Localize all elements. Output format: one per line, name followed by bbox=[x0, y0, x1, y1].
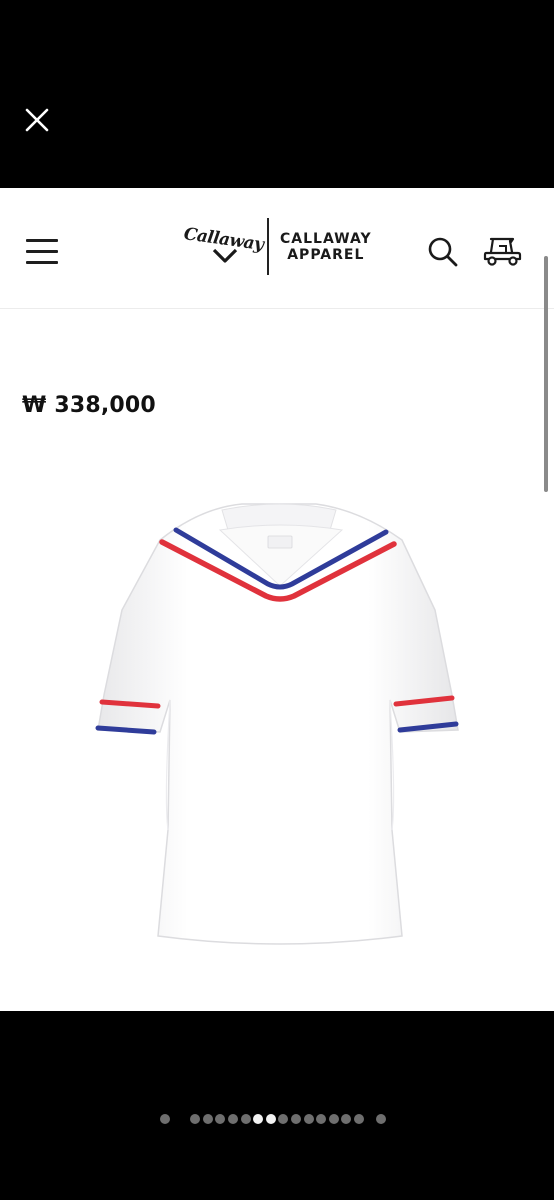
close-button[interactable] bbox=[18, 101, 56, 139]
chevron-logo-icon bbox=[212, 248, 238, 263]
logo-line2: APPAREL bbox=[287, 247, 365, 263]
pager-dot[interactable] bbox=[215, 1114, 226, 1124]
image-pager bbox=[0, 1112, 554, 1126]
site-header: Callaway CALLAWAY APPAREL bbox=[0, 188, 554, 309]
callaway-apparel-logo[interactable]: Callaway CALLAWAY APPAREL bbox=[180, 216, 380, 280]
pager-dot[interactable] bbox=[160, 1114, 171, 1124]
pager-dot[interactable] bbox=[353, 1114, 364, 1124]
pager-dot[interactable] bbox=[278, 1114, 289, 1124]
pager-dot[interactable] bbox=[290, 1114, 301, 1124]
viewer-top-bar bbox=[0, 0, 554, 188]
menu-button[interactable] bbox=[26, 237, 60, 265]
product-photo bbox=[95, 503, 459, 945]
page-scrollbar[interactable] bbox=[544, 256, 548, 492]
logo-wordmark: CALLAWAY APPAREL bbox=[280, 231, 372, 263]
screenshot-content: Callaway CALLAWAY APPAREL ₩ 338,000 bbox=[0, 188, 554, 1011]
pager-dot[interactable] bbox=[253, 1114, 264, 1124]
search-icon bbox=[428, 237, 458, 267]
close-icon bbox=[25, 108, 49, 132]
pager-dot[interactable] bbox=[202, 1114, 213, 1124]
cart-button[interactable] bbox=[482, 234, 522, 268]
pager-dot[interactable] bbox=[190, 1114, 201, 1124]
logo-line1: CALLAWAY bbox=[280, 231, 372, 247]
pager-dot[interactable] bbox=[341, 1114, 352, 1124]
pager-dot[interactable] bbox=[303, 1114, 314, 1124]
hamburger-menu-icon bbox=[26, 239, 58, 242]
product-image[interactable] bbox=[90, 500, 470, 950]
pager-dot[interactable] bbox=[265, 1114, 276, 1124]
golf-cart-icon bbox=[483, 237, 522, 266]
pager-dot[interactable] bbox=[375, 1114, 386, 1124]
product-price: ₩ 338,000 bbox=[22, 393, 156, 418]
search-button[interactable] bbox=[427, 236, 459, 268]
pager-dot[interactable] bbox=[316, 1114, 327, 1124]
logo-divider bbox=[267, 218, 269, 275]
pager-dot[interactable] bbox=[227, 1114, 238, 1124]
pager-dot[interactable] bbox=[240, 1114, 251, 1124]
pager-dot[interactable] bbox=[328, 1114, 339, 1124]
